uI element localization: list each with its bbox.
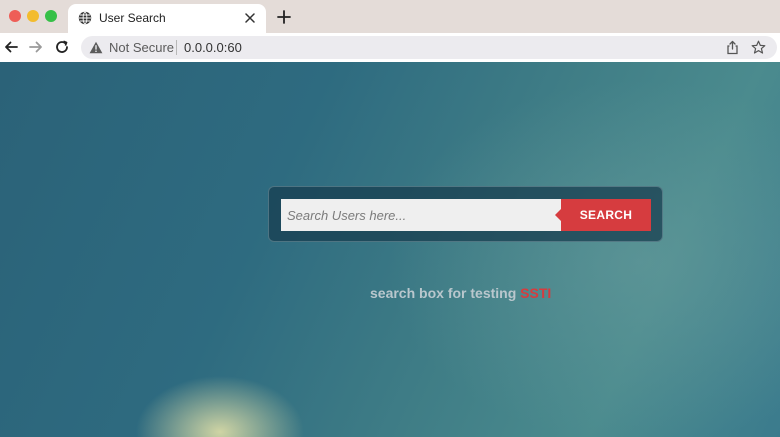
close-icon[interactable] bbox=[244, 12, 256, 24]
url-text[interactable]: 0.0.0.0:60 bbox=[184, 40, 242, 55]
security-status[interactable]: Not Secure bbox=[109, 40, 174, 55]
star-icon[interactable] bbox=[751, 40, 766, 55]
warning-icon bbox=[89, 41, 103, 54]
browser-titlebar: User Search bbox=[0, 0, 780, 33]
maximize-window-button[interactable] bbox=[45, 10, 57, 22]
minimize-window-button[interactable] bbox=[27, 10, 39, 22]
search-input[interactable] bbox=[281, 199, 564, 231]
arrow-left-icon[interactable] bbox=[3, 39, 19, 55]
caption-text: search box for testing bbox=[370, 285, 521, 301]
globe-icon bbox=[78, 11, 92, 25]
plus-icon[interactable] bbox=[276, 9, 292, 25]
share-icon[interactable] bbox=[725, 40, 740, 55]
page-background: SEARCH search box for testing SSTI bbox=[0, 62, 780, 437]
close-window-button[interactable] bbox=[9, 10, 21, 22]
browser-toolbar: Not Secure 0.0.0.0:60 bbox=[0, 33, 780, 62]
caption-highlight: SSTI bbox=[520, 285, 552, 301]
address-divider bbox=[176, 40, 177, 55]
page-caption: search box for testing SSTI bbox=[370, 285, 551, 301]
search-panel: SEARCH bbox=[268, 186, 663, 242]
reload-icon[interactable] bbox=[54, 39, 70, 55]
browser-tab-user-search[interactable]: User Search bbox=[68, 4, 266, 33]
tab-title: User Search bbox=[99, 11, 166, 25]
address-bar[interactable]: Not Secure 0.0.0.0:60 bbox=[81, 36, 777, 59]
search-button[interactable]: SEARCH bbox=[555, 199, 651, 231]
arrow-right-icon[interactable] bbox=[28, 39, 44, 55]
